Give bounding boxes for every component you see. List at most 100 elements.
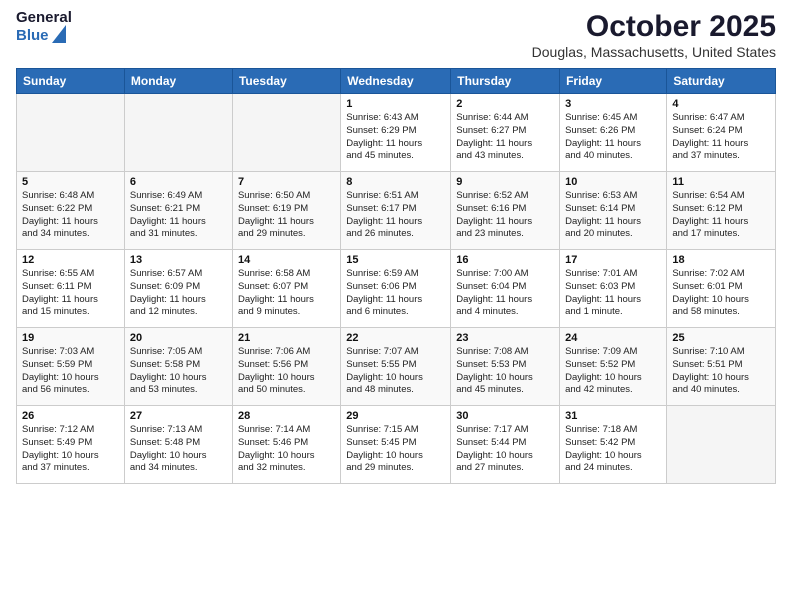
- day-info: Sunrise: 6:44 AM Sunset: 6:27 PM Dayligh…: [456, 112, 554, 163]
- calendar-cell: [17, 94, 125, 172]
- day-info: Sunrise: 7:05 AM Sunset: 5:58 PM Dayligh…: [130, 346, 227, 397]
- calendar-cell: 5 Sunrise: 6:48 AM Sunset: 6:22 PM Daylig…: [17, 172, 125, 250]
- day-info: Sunrise: 6:48 AM Sunset: 6:22 PM Dayligh…: [22, 190, 119, 241]
- day-number: 11: [672, 176, 770, 188]
- day-info: Sunrise: 6:45 AM Sunset: 6:26 PM Dayligh…: [565, 112, 661, 163]
- day-number: 15: [346, 254, 445, 266]
- day-info: Sunrise: 6:57 AM Sunset: 6:09 PM Dayligh…: [130, 268, 227, 319]
- day-info: Sunrise: 6:58 AM Sunset: 6:07 PM Dayligh…: [238, 268, 335, 319]
- calendar-cell: 24Sunrise: 7:09 AM Sunset: 5:52 PM Dayli…: [560, 328, 667, 406]
- day-number: 9: [456, 176, 554, 188]
- day-number: 2: [456, 98, 554, 110]
- calendar-cell: 21 Sunrise: 7:06 AM Sunset: 5:56 PM Dayli…: [232, 328, 340, 406]
- calendar-cell: 26Sunrise: 7:12 AM Sunset: 5:49 PM Dayli…: [17, 406, 125, 484]
- day-number: 1: [346, 98, 445, 110]
- calendar-cell: 12 Sunrise: 6:55 AM Sunset: 6:11 PM Dayli…: [17, 250, 125, 328]
- day-number: 23: [456, 332, 554, 344]
- weekday-header: Friday: [560, 69, 667, 94]
- calendar-week-row: 12 Sunrise: 6:55 AM Sunset: 6:11 PM Dayli…: [17, 250, 776, 328]
- calendar-cell: 17 Sunrise: 7:01 AM Sunset: 6:03 PM Dayli…: [560, 250, 667, 328]
- weekday-header: Wednesday: [341, 69, 451, 94]
- calendar-cell: 29Sunrise: 7:15 AM Sunset: 5:45 PM Dayli…: [341, 406, 451, 484]
- day-info: Sunrise: 7:12 AM Sunset: 5:49 PM Dayligh…: [22, 424, 119, 475]
- day-info: Sunrise: 7:03 AM Sunset: 5:59 PM Dayligh…: [22, 346, 119, 397]
- calendar-cell: 11 Sunrise: 6:54 AM Sunset: 6:12 PM Dayli…: [667, 172, 776, 250]
- day-info: Sunrise: 6:52 AM Sunset: 6:16 PM Dayligh…: [456, 190, 554, 241]
- calendar-cell: 14 Sunrise: 6:58 AM Sunset: 6:07 PM Dayli…: [232, 250, 340, 328]
- calendar-cell: 20Sunrise: 7:05 AM Sunset: 5:58 PM Dayli…: [124, 328, 232, 406]
- day-info: Sunrise: 7:10 AM Sunset: 5:51 PM Dayligh…: [672, 346, 770, 397]
- main-title: October 2025: [532, 10, 776, 44]
- calendar-cell: 28 Sunrise: 7:14 AM Sunset: 5:46 PM Dayli…: [232, 406, 340, 484]
- day-number: 21: [238, 332, 335, 344]
- day-number: 19: [22, 332, 119, 344]
- day-info: Sunrise: 6:54 AM Sunset: 6:12 PM Dayligh…: [672, 190, 770, 241]
- day-number: 4: [672, 98, 770, 110]
- day-info: Sunrise: 7:06 AM Sunset: 5:56 PM Dayligh…: [238, 346, 335, 397]
- day-info: Sunrise: 7:17 AM Sunset: 5:44 PM Dayligh…: [456, 424, 554, 475]
- day-info: Sunrise: 6:55 AM Sunset: 6:11 PM Dayligh…: [22, 268, 119, 319]
- calendar-cell: [667, 406, 776, 484]
- calendar-week-row: 1 Sunrise: 6:43 AM Sunset: 6:29 PM Daylig…: [17, 94, 776, 172]
- calendar-cell: 9 Sunrise: 6:52 AM Sunset: 6:16 PM Daylig…: [451, 172, 560, 250]
- day-number: 16: [456, 254, 554, 266]
- day-number: 3: [565, 98, 661, 110]
- weekday-header: Tuesday: [232, 69, 340, 94]
- calendar-week-row: 5 Sunrise: 6:48 AM Sunset: 6:22 PM Daylig…: [17, 172, 776, 250]
- day-number: 10: [565, 176, 661, 188]
- calendar-cell: 25 Sunrise: 7:10 AM Sunset: 5:51 PM Dayli…: [667, 328, 776, 406]
- page-header: General Blue October 2025 Douglas, Massa…: [16, 10, 776, 60]
- day-number: 28: [238, 410, 335, 422]
- weekday-header: Sunday: [17, 69, 125, 94]
- calendar-cell: 10 Sunrise: 6:53 AM Sunset: 6:14 PM Dayli…: [560, 172, 667, 250]
- calendar-cell: [124, 94, 232, 172]
- calendar-cell: 30Sunrise: 7:17 AM Sunset: 5:44 PM Dayli…: [451, 406, 560, 484]
- calendar-cell: 1 Sunrise: 6:43 AM Sunset: 6:29 PM Daylig…: [341, 94, 451, 172]
- day-info: Sunrise: 6:47 AM Sunset: 6:24 PM Dayligh…: [672, 112, 770, 163]
- calendar-cell: 19 Sunrise: 7:03 AM Sunset: 5:59 PM Dayli…: [17, 328, 125, 406]
- day-info: Sunrise: 7:15 AM Sunset: 5:45 PM Dayligh…: [346, 424, 445, 475]
- calendar-cell: 4 Sunrise: 6:47 AM Sunset: 6:24 PM Daylig…: [667, 94, 776, 172]
- day-info: Sunrise: 7:07 AM Sunset: 5:55 PM Dayligh…: [346, 346, 445, 397]
- day-info: Sunrise: 7:13 AM Sunset: 5:48 PM Dayligh…: [130, 424, 227, 475]
- day-number: 22: [346, 332, 445, 344]
- day-info: Sunrise: 6:51 AM Sunset: 6:17 PM Dayligh…: [346, 190, 445, 241]
- day-info: Sunrise: 6:49 AM Sunset: 6:21 PM Dayligh…: [130, 190, 227, 241]
- day-number: 25: [672, 332, 770, 344]
- sub-title: Douglas, Massachusetts, United States: [532, 44, 776, 60]
- calendar-cell: 31 Sunrise: 7:18 AM Sunset: 5:42 PM Dayli…: [560, 406, 667, 484]
- weekday-header: Monday: [124, 69, 232, 94]
- day-number: 27: [130, 410, 227, 422]
- day-info: Sunrise: 7:01 AM Sunset: 6:03 PM Dayligh…: [565, 268, 661, 319]
- logo-triangle-icon: [52, 25, 66, 43]
- day-info: Sunrise: 7:14 AM Sunset: 5:46 PM Dayligh…: [238, 424, 335, 475]
- calendar-cell: 7Sunrise: 6:50 AM Sunset: 6:19 PM Daylig…: [232, 172, 340, 250]
- calendar-cell: 2 Sunrise: 6:44 AM Sunset: 6:27 PM Daylig…: [451, 94, 560, 172]
- logo-general: General: [16, 10, 72, 25]
- weekday-header: Thursday: [451, 69, 560, 94]
- day-number: 31: [565, 410, 661, 422]
- title-block: October 2025 Douglas, Massachusetts, Uni…: [532, 10, 776, 60]
- calendar-week-row: 26Sunrise: 7:12 AM Sunset: 5:49 PM Dayli…: [17, 406, 776, 484]
- calendar-cell: 6Sunrise: 6:49 AM Sunset: 6:21 PM Daylig…: [124, 172, 232, 250]
- day-info: Sunrise: 7:08 AM Sunset: 5:53 PM Dayligh…: [456, 346, 554, 397]
- day-info: Sunrise: 7:18 AM Sunset: 5:42 PM Dayligh…: [565, 424, 661, 475]
- logo-text: General Blue: [16, 10, 72, 45]
- day-info: Sunrise: 7:09 AM Sunset: 5:52 PM Dayligh…: [565, 346, 661, 397]
- day-number: 17: [565, 254, 661, 266]
- calendar-cell: 16Sunrise: 7:00 AM Sunset: 6:04 PM Dayli…: [451, 250, 560, 328]
- calendar-cell: 3 Sunrise: 6:45 AM Sunset: 6:26 PM Daylig…: [560, 94, 667, 172]
- calendar-cell: 8Sunrise: 6:51 AM Sunset: 6:17 PM Daylig…: [341, 172, 451, 250]
- calendar-cell: [232, 94, 340, 172]
- calendar-cell: 22 Sunrise: 7:07 AM Sunset: 5:55 PM Dayli…: [341, 328, 451, 406]
- day-number: 18: [672, 254, 770, 266]
- day-number: 7: [238, 176, 335, 188]
- day-number: 13: [130, 254, 227, 266]
- day-number: 14: [238, 254, 335, 266]
- calendar-cell: 23 Sunrise: 7:08 AM Sunset: 5:53 PM Dayli…: [451, 328, 560, 406]
- day-number: 12: [22, 254, 119, 266]
- day-info: Sunrise: 6:53 AM Sunset: 6:14 PM Dayligh…: [565, 190, 661, 241]
- logo: General Blue: [16, 10, 72, 45]
- day-number: 5: [22, 176, 119, 188]
- day-info: Sunrise: 6:43 AM Sunset: 6:29 PM Dayligh…: [346, 112, 445, 163]
